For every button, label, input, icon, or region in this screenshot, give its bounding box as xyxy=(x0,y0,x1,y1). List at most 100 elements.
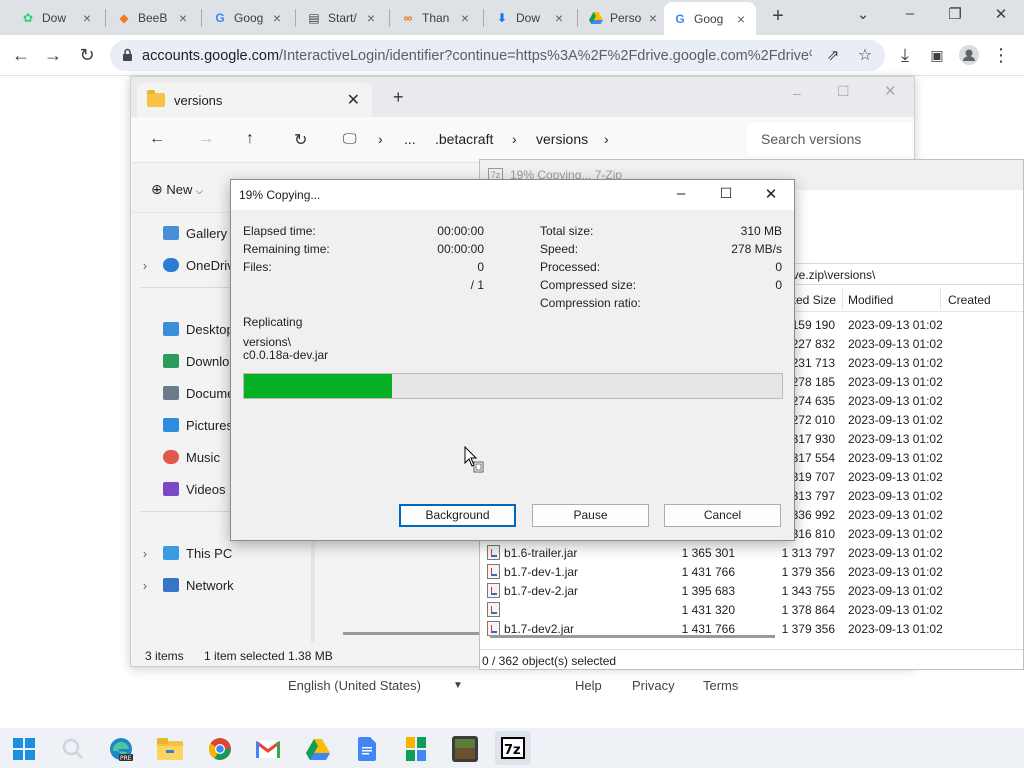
pause-button[interactable]: Pause xyxy=(532,504,649,527)
chevron-right-icon[interactable]: › xyxy=(378,131,383,147)
maximize-icon[interactable]: ☐ xyxy=(711,185,741,202)
breadcrumb-versions[interactable]: versions xyxy=(536,131,588,147)
edge-beta-icon[interactable]: PRE xyxy=(108,736,134,762)
tab-6[interactable]: ⬇ Dow × xyxy=(486,4,574,31)
close-tab-icon[interactable]: × xyxy=(176,10,190,26)
close-tab-icon[interactable]: × xyxy=(270,10,284,26)
sidebar-item-desktop[interactable]: Desktop xyxy=(163,318,234,340)
file-row[interactable]: b1.7-dev-1.jar 1 431 766 1 379 356 2023-09-… xyxy=(480,562,1023,581)
sidebar-item-documents[interactable]: Documents xyxy=(163,382,231,404)
tab-7[interactable]: Perso × xyxy=(580,4,668,31)
help-link[interactable]: Help xyxy=(575,678,602,693)
sidebar-item-downloads[interactable]: Downloads xyxy=(163,350,236,372)
breadcrumb-betacraft[interactable]: .betacraft xyxy=(435,131,493,147)
tab-2[interactable]: ◆ BeeB × xyxy=(108,4,198,31)
side-panel-icon[interactable]: ▣ xyxy=(926,44,948,66)
google-docs-icon[interactable] xyxy=(354,736,380,762)
tab-1[interactable]: ✿ Dow × xyxy=(12,4,102,31)
file-explorer-icon[interactable] xyxy=(157,736,183,762)
language-select[interactable]: English (United States) xyxy=(288,678,421,693)
tab-5[interactable]: ∞ Than × xyxy=(392,4,480,31)
tab-title: Dow xyxy=(516,10,541,25)
language-dropdown-icon[interactable]: ▼ xyxy=(453,680,463,691)
background-button[interactable]: Background xyxy=(399,504,516,527)
horizontal-scrollbar[interactable] xyxy=(343,632,483,635)
close-window-button[interactable]: ✕ xyxy=(986,5,1016,23)
link-icon: ∞ xyxy=(403,10,413,25)
explorer-tab[interactable]: versions ✕ xyxy=(137,83,372,117)
close-tab-icon[interactable]: × xyxy=(80,10,94,26)
elapsed-label: Elapsed time: xyxy=(243,224,316,238)
column-created[interactable]: Created xyxy=(948,293,991,307)
chevron-right-icon[interactable]: › xyxy=(143,579,147,593)
tab-3[interactable]: G Goog × xyxy=(204,4,292,31)
minimize-button[interactable]: – xyxy=(895,5,925,22)
new-tab-button[interactable]: + xyxy=(768,6,788,26)
up-icon[interactable]: ↑ xyxy=(246,130,254,148)
privacy-link[interactable]: Privacy xyxy=(632,678,675,693)
file-row[interactable]: b1.6-trailer.jar 1 365 301 1 313 797 2023-0… xyxy=(480,543,1023,562)
tab-8-active[interactable]: G Goog × xyxy=(664,2,756,35)
share-icon[interactable]: ⇗ xyxy=(822,44,844,66)
elapsed-value: 00:00:00 xyxy=(437,224,484,238)
search-icon[interactable] xyxy=(60,736,86,762)
close-icon[interactable]: ✕ xyxy=(756,185,786,203)
chevron-right-icon[interactable]: › xyxy=(143,547,147,561)
minimize-icon[interactable]: – xyxy=(666,185,696,202)
close-tab-icon[interactable]: × xyxy=(458,10,472,26)
column-modified[interactable]: Modified xyxy=(848,293,893,307)
tab-4[interactable]: ▤ Start/ × xyxy=(298,4,386,31)
close-icon[interactable]: ✕ xyxy=(884,82,897,100)
chevron-right-icon[interactable]: › xyxy=(604,131,609,147)
breadcrumb-overflow[interactable]: ... xyxy=(404,131,416,147)
file-row[interactable]: 1 431 320 1 378 864 2023-09-13 01:02 xyxy=(480,600,1023,619)
horizontal-scrollbar[interactable] xyxy=(490,635,775,638)
restore-button[interactable]: ❐ xyxy=(940,5,970,23)
minimize-icon[interactable]: – xyxy=(793,85,801,101)
address-bar[interactable]: accounts.google.com/InteractiveLogin/ide… xyxy=(110,40,885,71)
chrome-menu-icon[interactable]: ⋮ xyxy=(990,44,1012,66)
sidebar-item-music[interactable]: Music xyxy=(163,446,220,468)
sidebar-item-network[interactable]: Network xyxy=(163,574,234,596)
minecraft-icon[interactable] xyxy=(452,736,478,762)
sidebar-item-gallery[interactable]: Gallery xyxy=(163,222,227,244)
chrome-icon[interactable] xyxy=(207,736,233,762)
chevron-right-icon[interactable]: › xyxy=(143,259,147,273)
monitor-icon[interactable]: 🖵 xyxy=(343,130,357,147)
gmail-icon[interactable] xyxy=(255,736,281,762)
google-drive-icon[interactable] xyxy=(305,736,331,762)
sidebar-item-this-pc[interactable]: This PC xyxy=(163,542,232,564)
new-button[interactable]: ⊕ New ⌵ xyxy=(151,181,203,198)
terms-link[interactable]: Terms xyxy=(703,678,738,693)
file-row[interactable]: b1.7-dev-2.jar 1 395 683 1 343 755 2023-09-… xyxy=(480,581,1023,600)
sevenzip-taskbar-icon[interactable]: 7z xyxy=(495,731,531,765)
forward-icon[interactable]: → xyxy=(198,130,214,148)
downloads-icon[interactable]: ⤓ xyxy=(894,44,916,66)
maximize-icon[interactable]: ☐ xyxy=(837,83,850,100)
close-tab-icon[interactable]: × xyxy=(646,10,660,26)
lock-icon[interactable] xyxy=(122,48,133,65)
sidebar-item-pictures[interactable]: Pictures xyxy=(163,414,233,436)
profile-avatar-icon[interactable] xyxy=(958,44,980,66)
cancel-button[interactable]: Cancel xyxy=(664,504,781,527)
google-sheets-icon[interactable] xyxy=(403,736,429,762)
back-icon[interactable]: ← xyxy=(149,130,165,148)
bookmark-star-icon[interactable]: ☆ xyxy=(854,44,876,66)
forward-icon[interactable]: → xyxy=(42,44,64,66)
reload-icon[interactable]: ↻ xyxy=(76,44,98,66)
tab-search-icon[interactable]: ⌄ xyxy=(848,5,878,23)
back-icon[interactable]: ← xyxy=(10,44,32,66)
refresh-icon[interactable]: ↻ xyxy=(294,130,307,150)
search-input[interactable]: Search versions xyxy=(747,123,912,155)
close-tab-icon[interactable]: ✕ xyxy=(347,90,360,110)
close-tab-icon[interactable]: × xyxy=(734,11,748,27)
column-packed-size[interactable]: ked Size xyxy=(790,293,836,307)
chevron-right-icon[interactable]: › xyxy=(512,131,517,147)
start-icon[interactable] xyxy=(11,736,37,762)
progress-fill xyxy=(244,374,392,398)
tab-title: Dow xyxy=(42,10,67,25)
new-tab-icon[interactable]: + xyxy=(393,87,404,108)
close-tab-icon[interactable]: × xyxy=(364,10,378,26)
sidebar-item-videos[interactable]: Videos xyxy=(163,478,226,500)
close-tab-icon[interactable]: × xyxy=(552,10,566,26)
